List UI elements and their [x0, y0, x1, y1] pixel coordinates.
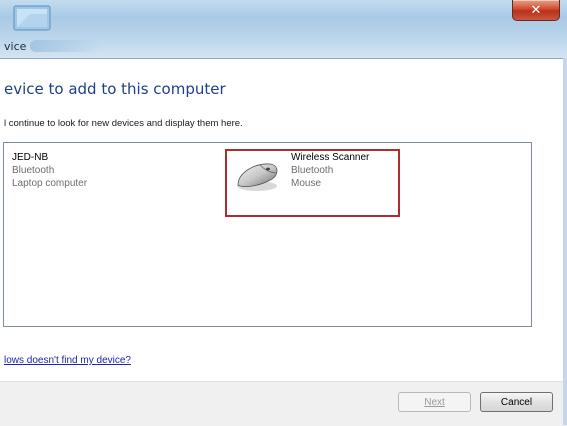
close-button[interactable]: ✕: [512, 0, 560, 21]
title-glow: [30, 40, 100, 52]
device-connection: Bluetooth: [12, 165, 55, 176]
title-bar: vice ✕: [0, 0, 567, 59]
device-name: JED-NB: [12, 152, 49, 163]
cancel-button[interactable]: Cancel: [480, 392, 553, 412]
mouse-icon: [237, 163, 278, 191]
device-list[interactable]: JED-NB Bluetooth Laptop computer Wireles…: [3, 142, 532, 327]
device-category: Mouse: [291, 178, 322, 189]
help-link[interactable]: lows doesn't find my device?: [4, 355, 131, 366]
next-button-label: Next: [424, 396, 445, 408]
page-heading: evice to add to this computer: [4, 80, 226, 98]
device-name: Wireless Scanner: [291, 152, 370, 163]
device-item-jed-nb[interactable]: JED-NB Bluetooth Laptop computer: [12, 151, 87, 190]
device-connection: Bluetooth: [291, 165, 334, 176]
instruction-text: l continue to look for new devices and d…: [4, 118, 243, 129]
device-category: Laptop computer: [12, 178, 88, 189]
window-title: vice: [4, 40, 27, 53]
next-button[interactable]: Next: [398, 392, 471, 412]
footer-bar: Next Cancel: [0, 381, 567, 426]
window-icon: [13, 5, 51, 31]
close-icon[interactable]: ✕: [531, 3, 542, 18]
device-item-wireless-scanner[interactable]: Wireless Scanner Bluetooth Mouse: [291, 151, 369, 190]
window-frame-edge: [563, 58, 567, 425]
